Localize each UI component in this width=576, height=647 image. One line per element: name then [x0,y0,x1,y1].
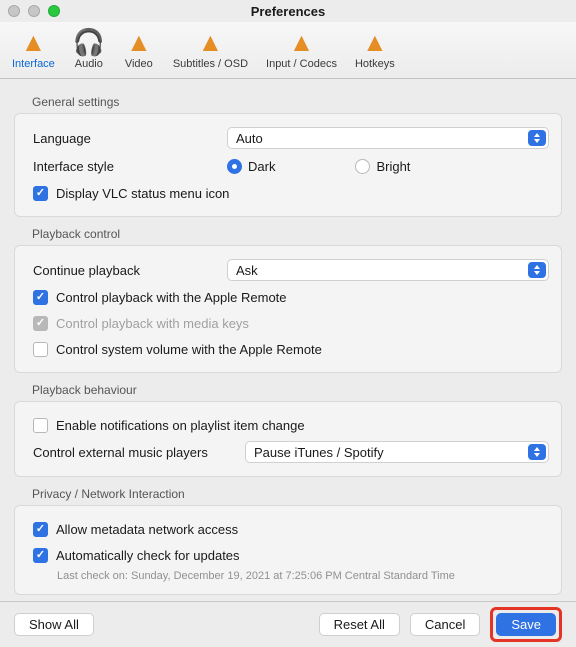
tab-audio[interactable]: 🎧 Audio [67,24,111,72]
radio-indicator [355,159,370,174]
cone-icon: ▲ [17,26,49,58]
prefs-toolbar: ▲ Interface 🎧 Audio ▲ Video ▲ Subtitles … [0,22,576,79]
tab-label: Audio [75,58,103,70]
continue-playback-select[interactable]: Ask [227,259,549,281]
cone-disc-icon: ▲ [285,26,317,58]
checkbox-apple-remote[interactable]: Control playback with the Apple Remote [27,284,549,310]
checkbox-label: Automatically check for updates [56,548,240,563]
reset-all-button[interactable]: Reset All [319,613,400,636]
section-privacy: Allow metadata network access Automatica… [14,505,562,595]
tab-label: Interface [12,58,55,70]
tab-label: Subtitles / OSD [173,58,248,70]
cone-keyboard-icon: ▲ [359,26,391,58]
checkbox-metadata[interactable]: Allow metadata network access [27,516,549,542]
checkbox-box [33,186,48,201]
tab-label: Input / Codecs [266,58,337,70]
checkbox-box [33,522,48,537]
external-players-value: Pause iTunes / Spotify [254,445,384,460]
tab-interface[interactable]: ▲ Interface [6,24,61,72]
checkbox-label: Control playback with media keys [56,316,249,331]
external-players-select[interactable]: Pause iTunes / Spotify [245,441,549,463]
checkbox-label: Control playback with the Apple Remote [56,290,287,305]
section-heading-playback-control: Playback control [32,227,558,241]
window-title: Preferences [0,4,576,19]
continue-playback-value: Ask [236,263,258,278]
section-heading-privacy: Privacy / Network Interaction [32,487,558,501]
footer: Show All Reset All Cancel Save [0,601,576,647]
section-playback-control: Continue playback Ask Control playback w… [14,245,562,373]
radio-dark[interactable]: Dark [227,159,275,174]
section-heading-general: General settings [32,95,558,109]
show-all-button[interactable]: Show All [14,613,94,636]
checkbox-box [33,290,48,305]
checkbox-updates[interactable]: Automatically check for updates [27,542,549,568]
cone-pencil-icon: ▲ [194,26,226,58]
radio-label: Bright [376,159,410,174]
checkbox-box [33,342,48,357]
external-players-label: Control external music players [27,445,245,460]
select-arrows-icon [528,262,546,278]
save-button[interactable]: Save [496,613,556,636]
cone-glasses-icon: ▲ [123,26,155,58]
checkbox-box [33,418,48,433]
checkbox-box [33,316,48,331]
checkbox-notifications[interactable]: Enable notifications on playlist item ch… [27,412,549,438]
last-check-text: Last check on: Sunday, December 19, 2021… [27,568,549,584]
cancel-button[interactable]: Cancel [410,613,480,636]
checkbox-media-keys: Control playback with media keys [27,310,549,336]
select-arrows-icon [528,130,546,146]
radio-label: Dark [248,159,275,174]
checkbox-system-volume[interactable]: Control system volume with the Apple Rem… [27,336,549,362]
tab-label: Video [125,58,153,70]
radio-indicator [227,159,242,174]
checkbox-label: Allow metadata network access [56,522,238,537]
select-arrows-icon [528,444,546,460]
continue-playback-label: Continue playback [27,263,227,278]
section-general: Language Auto Interface style Dark Brigh… [14,113,562,217]
prefs-content: General settings Language Auto Interface… [0,79,576,609]
section-playback-behaviour: Enable notifications on playlist item ch… [14,401,562,477]
checkbox-label: Enable notifications on playlist item ch… [56,418,305,433]
language-value: Auto [236,131,263,146]
language-label: Language [27,131,227,146]
interface-style-label: Interface style [27,159,227,174]
tab-subtitles[interactable]: ▲ Subtitles / OSD [167,24,254,72]
headphones-icon: 🎧 [73,26,105,58]
language-select[interactable]: Auto [227,127,549,149]
interface-style-group: Dark Bright [227,159,549,174]
tab-hotkeys[interactable]: ▲ Hotkeys [349,24,401,72]
radio-bright[interactable]: Bright [355,159,410,174]
tab-video[interactable]: ▲ Video [117,24,161,72]
checkbox-box [33,548,48,563]
section-heading-playback-behaviour: Playback behaviour [32,383,558,397]
checkbox-label: Display VLC status menu icon [56,186,229,201]
save-highlight: Save [490,607,562,642]
tab-label: Hotkeys [355,58,395,70]
checkbox-status-menu[interactable]: Display VLC status menu icon [27,180,549,206]
titlebar: Preferences [0,0,576,22]
tab-input-codecs[interactable]: ▲ Input / Codecs [260,24,343,72]
checkbox-label: Control system volume with the Apple Rem… [56,342,322,357]
